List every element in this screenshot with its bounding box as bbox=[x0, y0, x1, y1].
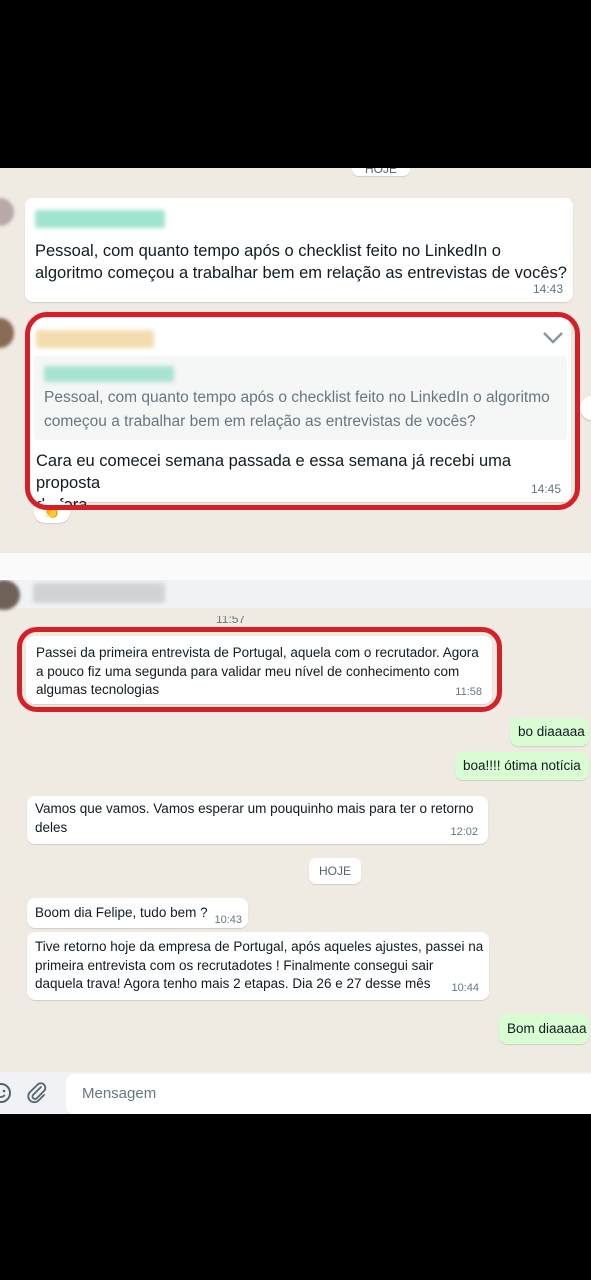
contact-avatar[interactable] bbox=[0, 580, 20, 610]
message-bubble[interactable]: Tive retorno hoje da empresa de Portugal… bbox=[27, 932, 489, 1000]
message-bubble-outgoing[interactable]: Bom diaaaaa bbox=[499, 1014, 589, 1044]
message-text-line: primeira entrevista com os recrutadotes … bbox=[35, 957, 434, 973]
message-text-line: Pessoal, com quanto tempo após o checkli… bbox=[35, 242, 501, 260]
message-input-placeholder: Mensagem bbox=[82, 1085, 157, 1102]
message-text-line: Tive retorno hoje da empresa de Portugal… bbox=[35, 939, 484, 954]
partial-time: 11:57 bbox=[216, 616, 246, 624]
message-time: 12:02 bbox=[450, 826, 478, 838]
chat-panel-bottom: 11:57 Passei da primeira entrevista de P… bbox=[0, 580, 591, 1112]
message-bubble[interactable]: Pessoal, com quanto tempo após o checkli… bbox=[25, 198, 573, 302]
message-text-line: Boom dia Felipe, tudo bem ? bbox=[35, 905, 208, 920]
composer-bar: Mensagem bbox=[0, 1072, 591, 1114]
forward-button[interactable] bbox=[580, 396, 591, 420]
message-text-line: Bom diaaaaa bbox=[507, 1021, 587, 1036]
message-bubble[interactable]: Boom dia Felipe, tudo bem ? 10:43 bbox=[27, 898, 248, 928]
message-text-line: bo diaaaaa bbox=[518, 724, 585, 739]
message-time: 10:44 bbox=[451, 982, 479, 994]
message-text-line: Vamos que vamos. Vamos esperar um pouqui… bbox=[35, 801, 474, 816]
avatar bbox=[0, 318, 14, 348]
message-text-line: algoritmo começou a trabalhar bem em rel… bbox=[35, 264, 567, 282]
date-chip: HOJE bbox=[352, 168, 410, 176]
emoji-icon[interactable] bbox=[0, 1082, 12, 1104]
message-bubble-outgoing[interactable]: bo diaaaaa bbox=[510, 718, 589, 746]
message-text-line: deles bbox=[35, 819, 68, 835]
contact-name-blurred bbox=[33, 583, 165, 603]
chat-header bbox=[0, 580, 591, 610]
message-input[interactable]: Mensagem bbox=[66, 1074, 591, 1114]
message-bubble-outgoing[interactable]: boa!!!! ótima notícia bbox=[455, 752, 589, 780]
attach-icon[interactable] bbox=[25, 1081, 49, 1105]
highlight-frame bbox=[17, 627, 502, 712]
message-bubble[interactable]: Vamos que vamos. Vamos esperar um pouqui… bbox=[27, 796, 488, 844]
message-text-line: boa!!!! ótima notícia bbox=[463, 758, 581, 773]
message-text-line: daquela trava! Agora tenho mais 2 etapas… bbox=[35, 976, 431, 991]
divider bbox=[0, 553, 591, 580]
avatar bbox=[0, 198, 14, 226]
message-time: 10:43 bbox=[214, 914, 242, 926]
sender-name-blurred bbox=[35, 210, 165, 228]
message-time: 14:43 bbox=[532, 282, 563, 296]
date-chip: HOJE bbox=[309, 858, 361, 884]
highlight-frame bbox=[25, 312, 580, 510]
chat-panel-top: HOJE Pessoal, com quanto tempo após o ch… bbox=[0, 168, 591, 553]
